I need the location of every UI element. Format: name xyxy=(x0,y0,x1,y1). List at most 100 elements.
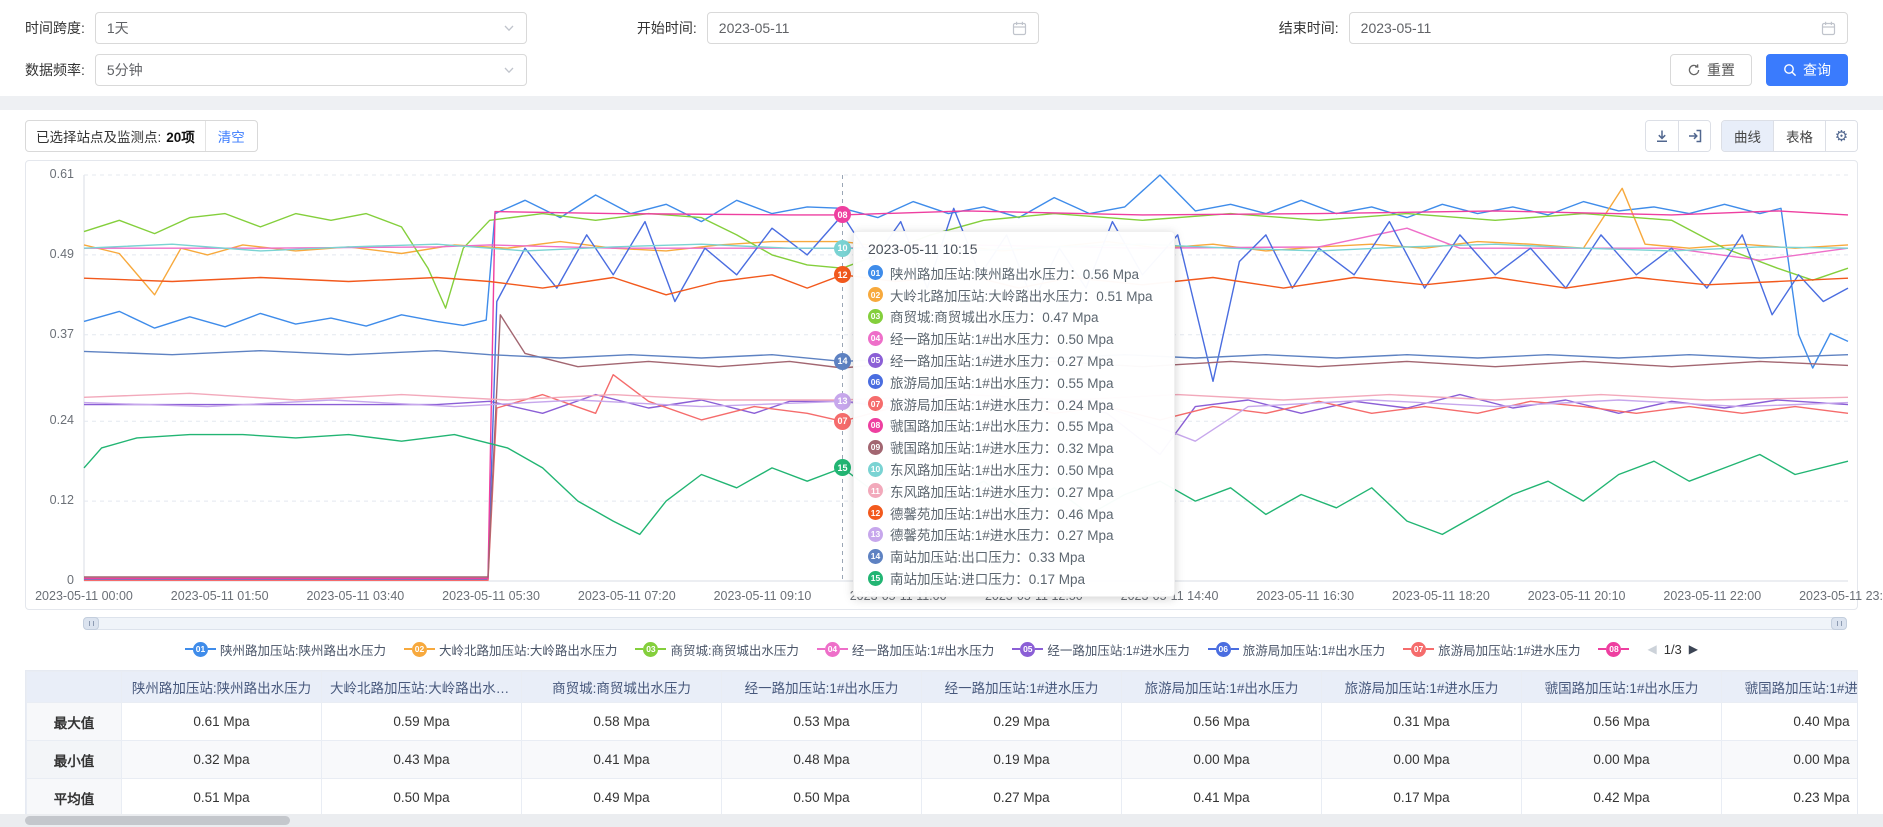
tooltip-series-value: 德馨苑加压站:1#出水压力：0.46 Mpa xyxy=(890,503,1114,523)
tooltip-row: 05 经一路加压站:1#进水压力：0.27 Mpa xyxy=(868,349,1160,371)
datazoom-handle-left[interactable] xyxy=(83,617,99,630)
tooltip-series-badge: 05 xyxy=(868,353,883,368)
table-value-cell: 0.58 Mpa xyxy=(522,703,722,741)
table-value-cell: 0.41 Mpa xyxy=(522,741,722,779)
tooltip-series-value: 大岭北路加压站:大岭路出水压力：0.51 Mpa xyxy=(890,285,1153,305)
series-badge-14: 14 xyxy=(834,353,851,370)
export-button[interactable] xyxy=(1678,121,1710,151)
scrollbar-thumb[interactable] xyxy=(25,816,290,825)
table-value-cell: 0.31 Mpa xyxy=(1322,703,1522,741)
table-value-cell: 0.50 Mpa xyxy=(322,779,522,817)
legend-item-07[interactable]: 07旅游局加压站:1#进水压力 xyxy=(1403,640,1580,659)
tooltip-series-badge: 11 xyxy=(868,483,883,498)
tooltip-series-badge: 03 xyxy=(868,309,883,324)
legend-item-02[interactable]: 02大岭北路加压站:大岭路出水压力 xyxy=(404,640,617,659)
table-value-cell: 0.61 Mpa xyxy=(122,703,322,741)
legend-item-01[interactable]: 01陕州路加压站:陕州路出水压力 xyxy=(185,640,386,659)
legend-label: 旅游局加压站:1#出水压力 xyxy=(1243,640,1385,659)
horizontal-scrollbar[interactable] xyxy=(0,814,1883,827)
tooltip-row: 14南站加压站:出口压力：0.33 Mpa xyxy=(868,545,1160,567)
settings-button[interactable]: ⚙ xyxy=(1825,121,1857,151)
time-span-select[interactable]: 1天 xyxy=(95,12,527,44)
table-column-header: 旅游局加压站:1#进水压力 xyxy=(1322,672,1522,703)
legend-marker: 06 xyxy=(1208,642,1239,657)
table-value-cell: 0.43 Mpa xyxy=(322,741,522,779)
x-axis-tick: 2023-05-11 01:50 xyxy=(145,589,295,603)
legend-label: 经一路加压站:1#出水压力 xyxy=(852,640,994,659)
table-column-header: 大岭北路加压站:大岭路出水压力 xyxy=(322,672,522,703)
table-column-header: 经一路加压站:1#进水压力 xyxy=(922,672,1122,703)
legend-item-03[interactable]: 03商贸城:商贸城出水压力 xyxy=(635,640,798,659)
table-column-header: 经一路加压站:1#出水压力 xyxy=(722,672,922,703)
table-row-label: 最大值 xyxy=(27,703,122,741)
series-badge-07: 07 xyxy=(834,413,851,430)
tooltip-row: 12德馨苑加压站:1#出水压力：0.46 Mpa xyxy=(868,502,1160,524)
tooltip-series-value: 虢国路加压站:1#进水压力：0.32 Mpa xyxy=(890,437,1114,457)
table-value-cell: 0.59 Mpa xyxy=(322,703,522,741)
series-badge-13: 13 xyxy=(834,393,851,410)
tooltip-series-value: 经一路加压站:1#出水压力：0.50 Mpa xyxy=(890,328,1114,348)
tooltip-row: 03 商贸城:商贸城出水压力：0.47 Mpa xyxy=(868,306,1160,328)
tooltip-series-badge: 15 xyxy=(868,571,883,586)
selected-points-label: 已选择站点及监测点: 20项 xyxy=(26,126,205,146)
table-row: 平均值0.51 Mpa0.50 Mpa0.49 Mpa0.50 Mpa0.27 … xyxy=(27,779,1859,817)
frequency-select[interactable]: 5分钟 xyxy=(95,54,527,86)
table-value-cell: 0.29 Mpa xyxy=(922,703,1122,741)
table-value-cell: 0.00 Mpa xyxy=(1522,741,1722,779)
table-value-cell: 0.00 Mpa xyxy=(1322,741,1522,779)
tooltip-row: 04经一路加压站:1#出水压力：0.50 Mpa xyxy=(868,327,1160,349)
y-axis-tick: 0 xyxy=(26,573,74,587)
panel-header: 已选择站点及监测点: 20项 清空 曲线 表格 ⚙ xyxy=(25,120,1858,152)
tooltip-series-value: 经一路加压站:1#进水压力：0.27 Mpa xyxy=(890,350,1114,370)
calendar-icon xyxy=(1821,21,1836,36)
end-date-input[interactable]: 2023-05-11 xyxy=(1349,12,1848,44)
tooltip-row: 09虢国路加压站:1#进水压力：0.32 Mpa xyxy=(868,436,1160,458)
tooltip-row: 08虢国路加压站:1#出水压力：0.55 Mpa xyxy=(868,415,1160,437)
datazoom-handle-right[interactable] xyxy=(1831,617,1847,630)
legend-label: 大岭北路加压站:大岭路出水压力 xyxy=(439,640,617,659)
start-date-input[interactable]: 2023-05-11 xyxy=(707,12,1039,44)
tooltip-row: 11东风路加压站:1#进水压力：0.27 Mpa xyxy=(868,480,1160,502)
legend-item-04[interactable]: 04 经一路加压站:1#出水压力 xyxy=(817,640,994,659)
legend-marker: 04 xyxy=(817,642,848,657)
y-axis-tick: 0.61 xyxy=(26,167,74,181)
table-column-header: 陕州路加压站:陕州路出水压力 xyxy=(122,672,322,703)
table-row: 最小值0.32 Mpa0.43 Mpa0.41 Mpa0.48 Mpa0.19 … xyxy=(27,741,1859,779)
table-value-cell: 0.51 Mpa xyxy=(122,779,322,817)
x-axis-tick: 2023-05-11 20:10 xyxy=(1502,589,1652,603)
view-table-button[interactable]: 表格 xyxy=(1773,121,1825,151)
legend-prev-page-icon[interactable]: ◀ xyxy=(1647,642,1656,656)
series-badge-10: 10 xyxy=(834,240,851,257)
legend-item-08[interactable]: 08 xyxy=(1598,642,1629,657)
pressure-line-chart[interactable]: 00.120.240.370.490.61 2023-05-11 00:0020… xyxy=(25,160,1858,610)
chart-tooltip: 2023-05-11 10:15 01陕州路加压站:陕州路出水压力：0.56 M… xyxy=(853,231,1175,597)
x-axis-tick: 2023-05-11 18:20 xyxy=(1366,589,1516,603)
tooltip-series-badge: 14 xyxy=(868,549,883,564)
table-value-cell: 0.49 Mpa xyxy=(522,779,722,817)
datazoom-slider[interactable] xyxy=(83,617,1847,630)
tooltip-row: 07旅游局加压站:1#进水压力：0.24 Mpa xyxy=(868,393,1160,415)
clear-button[interactable]: 清空 xyxy=(205,121,257,151)
tooltip-series-badge: 06 xyxy=(868,374,883,389)
legend-next-page-icon[interactable]: ▶ xyxy=(1689,642,1698,656)
download-button[interactable] xyxy=(1646,121,1678,151)
gear-icon: ⚙ xyxy=(1835,127,1848,145)
x-axis-tick: 2023-05-11 00:00 xyxy=(9,589,159,603)
tooltip-series-value: 旅游局加压站:1#进水压力：0.24 Mpa xyxy=(890,394,1114,414)
table-value-cell: 0.53 Mpa xyxy=(722,703,922,741)
reset-button[interactable]: 重置 xyxy=(1670,54,1752,86)
legend-item-06[interactable]: 06 旅游局加压站:1#出水压力 xyxy=(1208,640,1385,659)
tooltip-series-value: 陕州路加压站:陕州路出水压力：0.56 Mpa xyxy=(890,263,1139,283)
end-time-label: 结束时间: xyxy=(1279,18,1339,38)
legend-item-05[interactable]: 05经一路加压站:1#进水压力 xyxy=(1012,640,1189,659)
table-column-header: 旅游局加压站:1#出水压力 xyxy=(1122,672,1322,703)
table-value-cell: 0.41 Mpa xyxy=(1122,779,1322,817)
refresh-icon xyxy=(1687,63,1701,77)
view-curve-button[interactable]: 曲线 xyxy=(1722,121,1773,151)
legend-label: 经一路加压站:1#进水压力 xyxy=(1047,640,1189,659)
table-value-cell: 0.17 Mpa xyxy=(1322,779,1522,817)
query-button[interactable]: 查询 xyxy=(1766,54,1848,86)
x-axis-tick: 2023-05-11 23:50 xyxy=(1773,589,1883,603)
table-corner-cell xyxy=(27,672,122,703)
tooltip-series-value: 商贸城:商贸城出水压力：0.47 Mpa xyxy=(890,306,1099,326)
